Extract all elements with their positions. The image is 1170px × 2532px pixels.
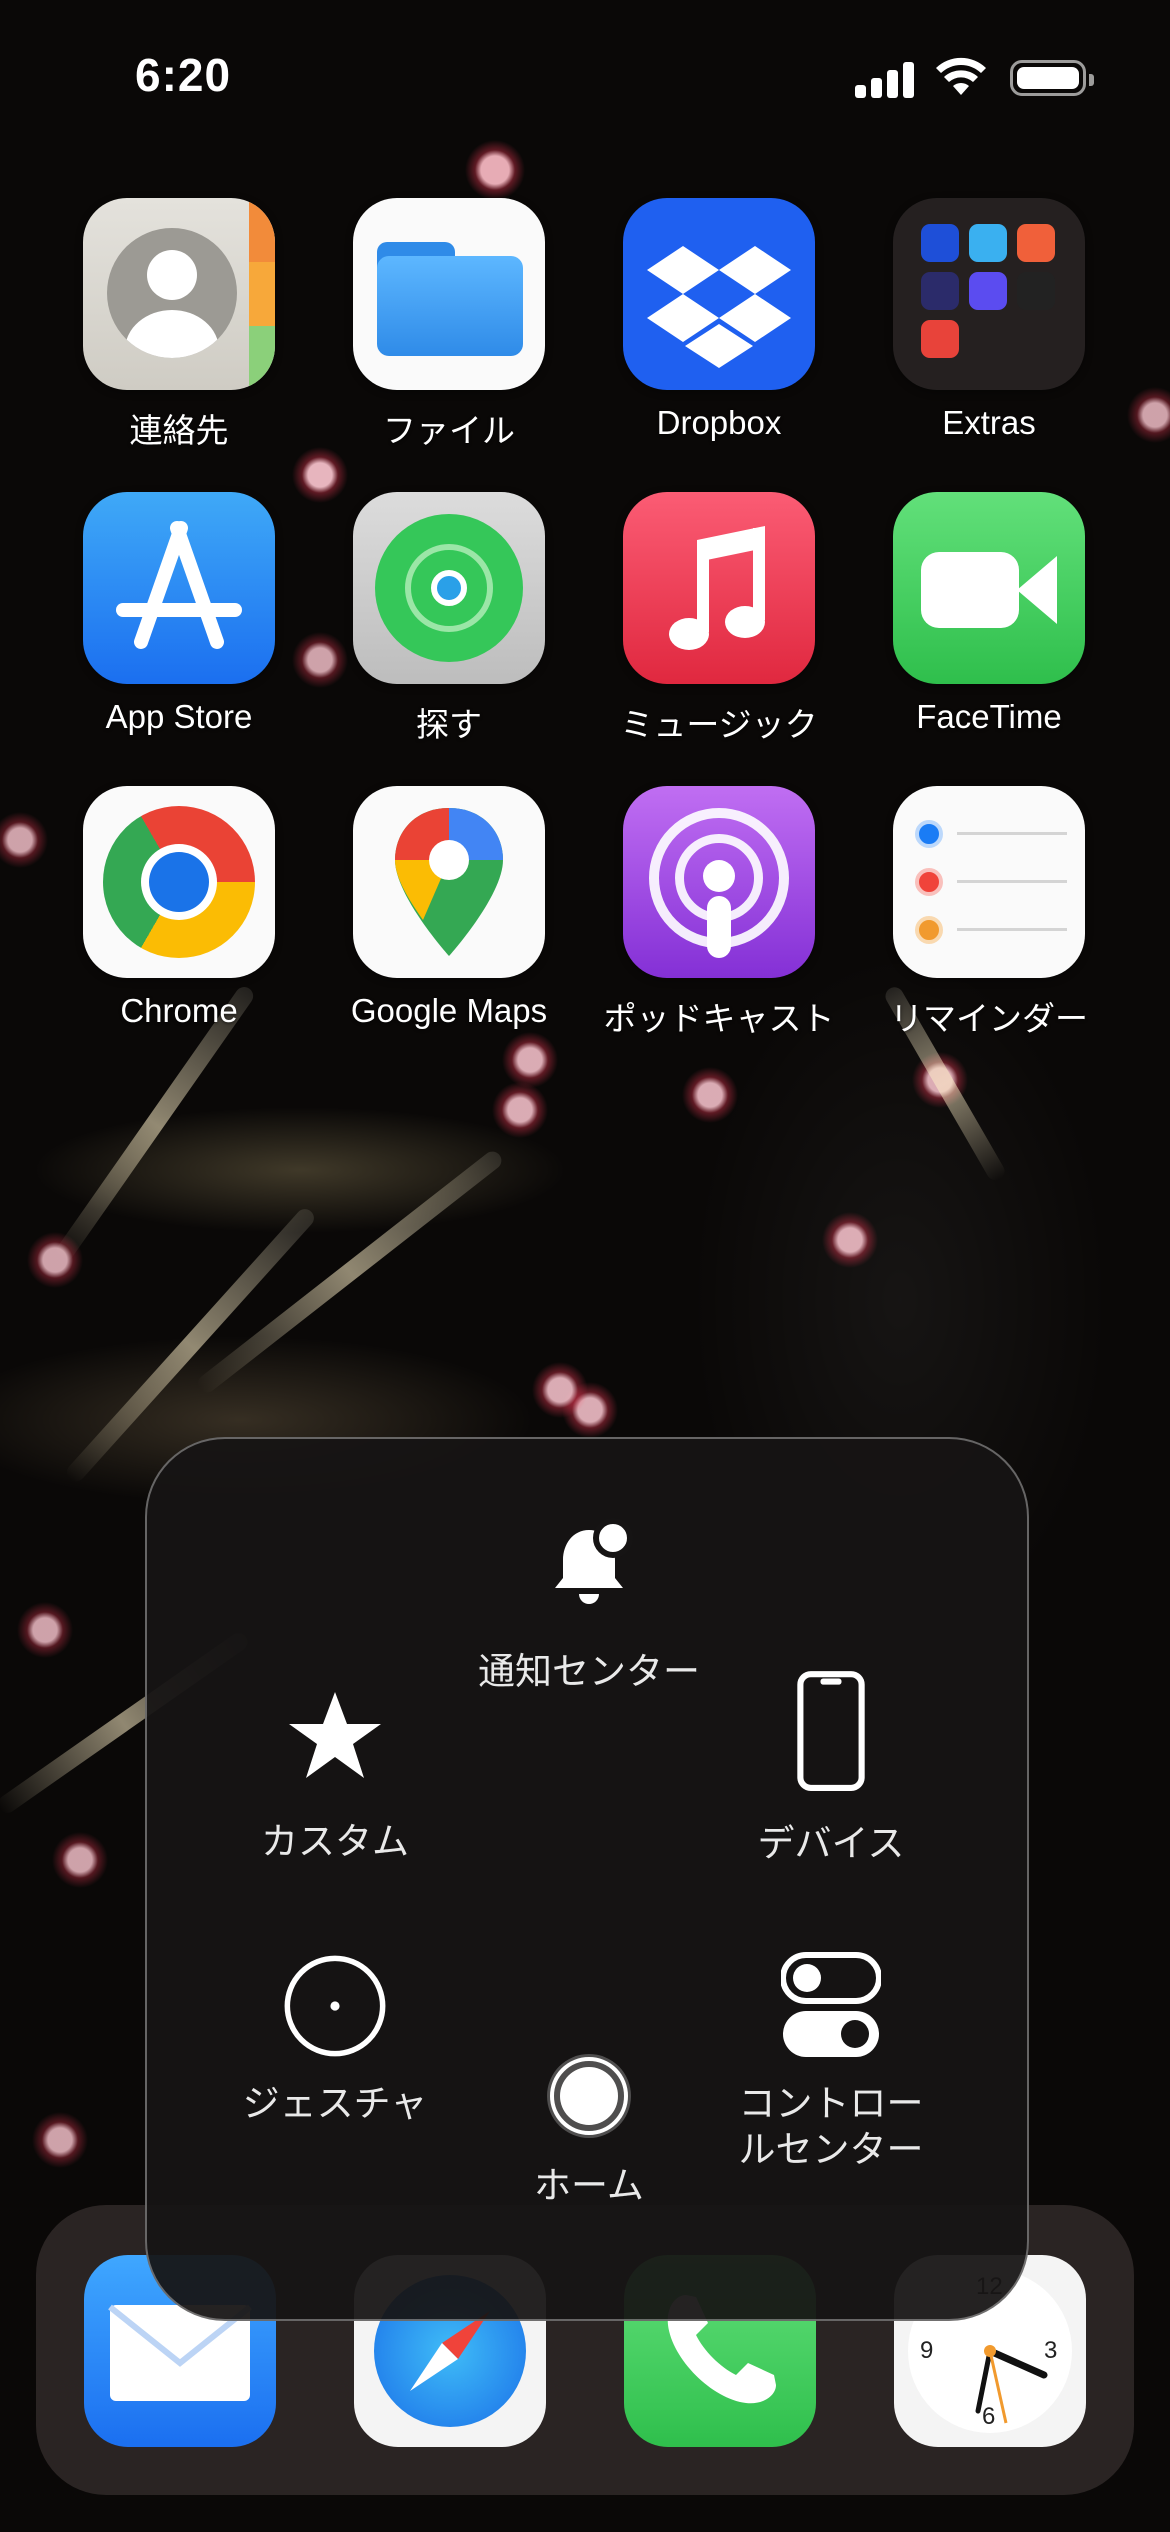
- app-dropbox[interactable]: Dropbox: [584, 198, 854, 478]
- app-find-my[interactable]: 探す: [314, 492, 584, 772]
- app-label: ファイル: [383, 412, 515, 449]
- home-icon: [544, 2051, 634, 2141]
- podcasts-icon: [623, 786, 815, 978]
- music-icon: [623, 492, 815, 684]
- home-label: ホーム: [534, 2165, 644, 2206]
- control-center-label: コントロー ルセンター: [739, 2081, 924, 2173]
- app-reminders[interactable]: リマインダー: [854, 786, 1124, 1066]
- app-label: Chrome: [120, 992, 238, 1029]
- gesture-icon: [280, 1951, 390, 2061]
- reminders-icon: [893, 786, 1085, 978]
- app-music[interactable]: ミュージック: [584, 492, 854, 772]
- status-time: 6:20: [135, 49, 232, 101]
- gesture-label: ジェスチャ: [242, 2083, 428, 2124]
- app-label: ミュージック: [620, 706, 818, 743]
- gesture-button[interactable]: ジェスチャ: [205, 1951, 465, 2127]
- notification-center-label: 通知センター: [478, 1651, 700, 1692]
- find-my-icon: [353, 492, 545, 684]
- wifi-icon: [936, 57, 986, 95]
- app-label: ポッドキャスト: [603, 1000, 835, 1037]
- assistive-touch-menu: 通知センター カスタム デバイス ジェスチャ ホーム コントロー ルセンター: [145, 1437, 1029, 2321]
- home-button[interactable]: ホーム: [459, 2051, 719, 2209]
- app-app-store[interactable]: App Store: [44, 492, 314, 772]
- control-center-icon: [776, 1951, 886, 2061]
- app-label: Extras: [942, 404, 1036, 441]
- battery-icon: [1010, 60, 1094, 96]
- control-center-label-line1: コントロー: [738, 2083, 924, 2124]
- chrome-icon: [83, 786, 275, 978]
- google-maps-icon: [353, 786, 545, 978]
- folder-extras[interactable]: Extras: [854, 198, 1124, 478]
- control-center-label-line2: ルセンター: [738, 2129, 924, 2170]
- app-store-icon: [83, 492, 275, 684]
- contacts-icon: [83, 198, 275, 390]
- bell-icon: [534, 1511, 644, 1621]
- app-google-maps[interactable]: Google Maps: [314, 786, 584, 1066]
- star-icon: [280, 1681, 390, 1791]
- app-label: Google Maps: [350, 992, 548, 1029]
- app-label: App Store: [105, 698, 253, 735]
- app-label: FaceTime: [916, 698, 1062, 735]
- app-podcasts[interactable]: ポッドキャスト: [584, 786, 854, 1066]
- app-label: Dropbox: [656, 404, 782, 441]
- device-label: デバイス: [757, 1823, 905, 1864]
- custom-label: カスタム: [261, 1821, 409, 1862]
- status-bar: 6:20: [0, 0, 1170, 150]
- app-label: 連絡先: [129, 412, 229, 449]
- custom-button[interactable]: カスタム: [205, 1681, 465, 1865]
- control-center-button[interactable]: コントロー ルセンター: [701, 1951, 961, 2173]
- facetime-icon: [893, 492, 1085, 684]
- app-chrome[interactable]: Chrome: [44, 786, 314, 1066]
- app-label: 探す: [416, 706, 482, 743]
- app-files[interactable]: ファイル: [314, 198, 584, 478]
- app-facetime[interactable]: FaceTime: [854, 492, 1124, 772]
- device-button[interactable]: デバイス: [701, 1661, 961, 1867]
- device-icon: [776, 1661, 886, 1801]
- files-icon: [353, 198, 545, 390]
- app-contacts[interactable]: 連絡先: [44, 198, 314, 478]
- app-label: リマインダー: [890, 1000, 1088, 1037]
- notification-center-button[interactable]: 通知センター: [459, 1511, 719, 1695]
- folder-icon: [893, 198, 1085, 390]
- dropbox-icon: [623, 198, 815, 390]
- cellular-signal-icon: [855, 58, 915, 98]
